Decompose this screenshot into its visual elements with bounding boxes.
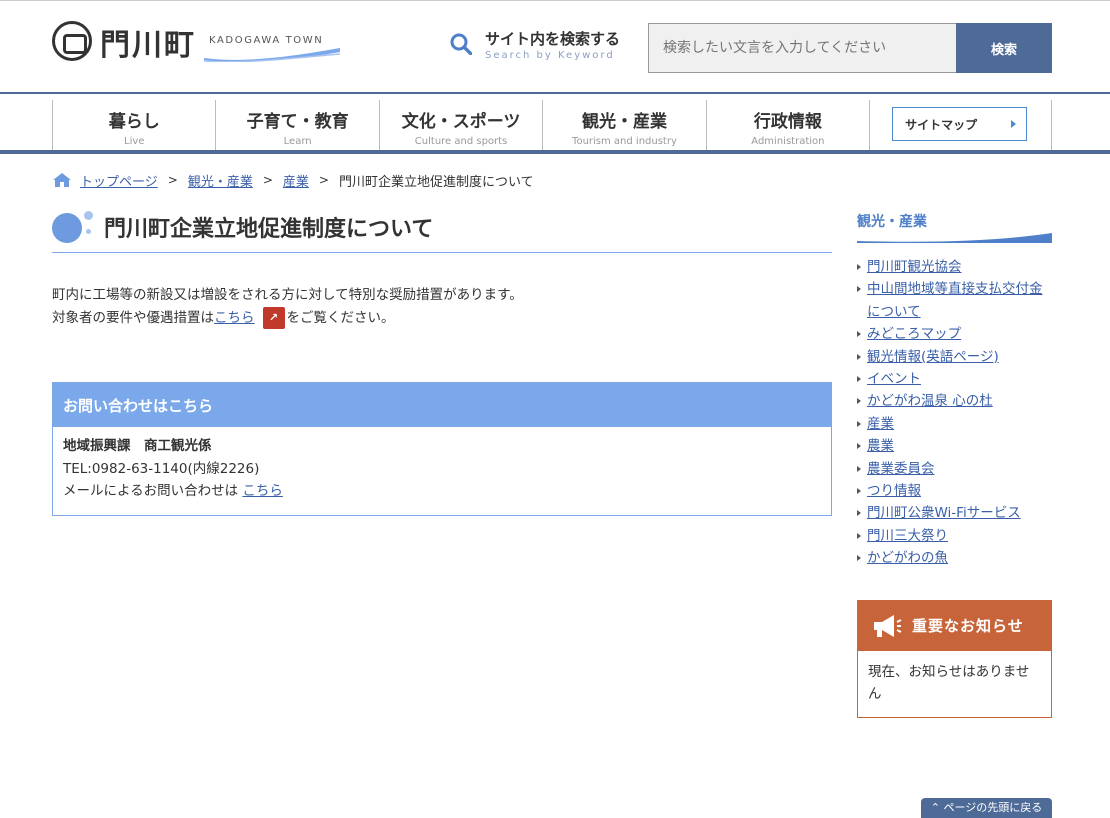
breadcrumb-industry[interactable]: 産業 xyxy=(283,171,309,190)
notice-heading-bar: 重要なお知らせ xyxy=(858,601,1051,651)
sidebar-link[interactable]: みどころマップ xyxy=(867,326,961,342)
nav-item-label: 子育て・教育 xyxy=(246,112,349,132)
title-bullet-icon xyxy=(52,213,82,243)
sidebar-link[interactable]: 観光情報(英語ページ) xyxy=(867,349,999,365)
sidebar-link[interactable]: 門川町観光協会 xyxy=(867,259,962,275)
sidebar-link[interactable]: つり情報 xyxy=(867,483,921,499)
sidebar-link[interactable]: イベント xyxy=(867,371,921,387)
sidebar-item: 産業 xyxy=(857,413,1052,435)
breadcrumb-top[interactable]: トップページ xyxy=(80,171,158,190)
contact-dept: 地域振興課 商工観光係 xyxy=(63,438,212,454)
sidebar-item: つり情報 xyxy=(857,480,1052,502)
home-icon xyxy=(53,173,71,187)
content-text: をご覧ください。 xyxy=(286,310,395,326)
logo-wave-icon xyxy=(204,48,340,62)
content-line: 対象者の要件や優遇措置はこちら ↗ をご覧ください。 xyxy=(52,307,832,330)
contact-tel: TEL:0982-63-1140(内線2226) xyxy=(63,460,260,477)
site-header: 門川町 KADOGAWA TOWN サイト内を検索する Search by Ke… xyxy=(0,0,1110,92)
page-top-label: ページの先頭に戻る xyxy=(943,801,1043,814)
nav-item-culture[interactable]: 文化・スポーツ Culture and sports xyxy=(378,100,542,150)
site-logo[interactable]: 門川町 KADOGAWA TOWN xyxy=(52,21,342,63)
sidebar-link[interactable]: 産業 xyxy=(867,416,894,432)
sidebar-wave-icon xyxy=(857,233,1052,243)
sidebar-item: かどがわの魚 xyxy=(857,547,1052,569)
sidebar-link[interactable]: 農業委員会 xyxy=(867,461,935,477)
nav-item-tourism[interactable]: 観光・産業 Tourism and industry xyxy=(542,100,705,150)
contact-body: 地域振興課 商工観光係 TEL:0982-63-1140(内線2226) メール… xyxy=(53,427,831,511)
town-emblem-icon xyxy=(52,21,92,61)
search-input[interactable] xyxy=(648,23,956,73)
nav-item-sublabel: Live xyxy=(124,136,145,147)
sidebar-link[interactable]: 門川町公衆Wi-Fiサービス xyxy=(867,505,1021,521)
sidebar-link[interactable]: 門川三大祭り xyxy=(867,528,948,544)
breadcrumb-current: 門川町企業立地促進制度について xyxy=(338,174,534,190)
logo-subtitle: KADOGAWA TOWN xyxy=(209,35,324,46)
sidebar-item: 中山間地域等直接支払交付金について xyxy=(857,278,1052,323)
contact-box: お問い合わせはこちら 地域振興課 商工観光係 TEL:0982-63-1140(… xyxy=(52,382,832,516)
contact-heading: お問い合わせはこちら xyxy=(53,383,831,427)
breadcrumb-separator: > xyxy=(262,173,273,187)
page-title: 門川町企業立地促進制度について xyxy=(104,217,434,242)
pdf-link[interactable]: こちら xyxy=(214,310,255,326)
nav-item-sublabel: Administration xyxy=(751,136,825,147)
sidebar-item: 門川町公衆Wi-Fiサービス xyxy=(857,502,1052,524)
contact-mail-link[interactable]: こちら xyxy=(242,483,283,499)
title-bullet-icon xyxy=(86,229,91,234)
search-label: サイト内を検索する Search by Keyword xyxy=(447,28,637,68)
nav-item-label: 観光・産業 xyxy=(581,112,667,132)
sidebar-item: 農業 xyxy=(857,435,1052,457)
important-notice-box: 重要なお知らせ 現在、お知らせはありません xyxy=(857,600,1052,718)
sitemap-label: サイトマップ xyxy=(905,117,978,132)
search-subtitle: Search by Keyword xyxy=(485,50,615,61)
sidebar-link[interactable]: 中山間地域等直接支払交付金について xyxy=(867,281,1043,319)
logo-name: 門川町 xyxy=(100,28,196,63)
sidebar-item: イベント xyxy=(857,368,1052,390)
content-line: 町内に工場等の新設又は増設をされる方に対して特別な奨励措置があります。 xyxy=(52,287,523,303)
sitemap-button[interactable]: サイトマップ xyxy=(892,107,1028,141)
megaphone-icon xyxy=(874,615,902,637)
global-nav: 暮らし Live 子育て・教育 Learn 文化・スポーツ Culture an… xyxy=(0,92,1110,154)
breadcrumb-separator: > xyxy=(167,173,178,187)
contact-mail-line: メールによるお問い合わせは こちら xyxy=(63,480,821,503)
search-button[interactable]: 検索 xyxy=(956,23,1052,73)
contact-mail-text: メールによるお問い合わせは xyxy=(63,483,243,499)
page-top-button[interactable]: ⌃ ページの先頭に戻る xyxy=(921,798,1052,818)
search-title: サイト内を検索する xyxy=(485,30,621,48)
chevron-right-icon xyxy=(1011,120,1017,128)
notice-heading: 重要なお知らせ xyxy=(912,617,1024,635)
breadcrumb-separator: > xyxy=(318,173,329,187)
nav-item-label: 行政情報 xyxy=(753,112,822,132)
breadcrumb: トップページ > 観光・産業 > 産業 > 門川町企業立地促進制度について xyxy=(52,170,534,190)
page-title-block: 門川町企業立地促進制度について xyxy=(52,207,832,253)
sidebar-item: かどがわ温泉 心の杜 xyxy=(857,390,1052,412)
nav-item-sublabel: Culture and sports xyxy=(414,136,508,147)
nav-item-live[interactable]: 暮らし Live xyxy=(52,100,215,150)
sidebar-item: 観光情報(英語ページ) xyxy=(857,346,1052,368)
nav-item-sublabel: Tourism and industry xyxy=(572,136,677,147)
pdf-icon: ↗ xyxy=(262,307,285,329)
main-content: 町内に工場等の新設又は増設をされる方に対して特別な奨励措置があります。 対象者の… xyxy=(52,284,832,330)
chevron-up-icon: ⌃ xyxy=(930,801,944,814)
nav-item-administration[interactable]: 行政情報 Administration xyxy=(705,100,869,150)
nav-item-learn[interactable]: 子育て・教育 Learn xyxy=(215,100,378,150)
sidebar-link[interactable]: かどがわ温泉 心の杜 xyxy=(867,393,993,409)
sidebar-item: みどころマップ xyxy=(857,323,1052,345)
sidebar-links: 門川町観光協会 中山間地域等直接支払交付金について みどころマップ 観光情報(英… xyxy=(857,256,1052,570)
sidebar-link[interactable]: かどがわの魚 xyxy=(867,550,948,566)
nav-item-label: 文化・スポーツ xyxy=(401,112,521,132)
breadcrumb-tourism[interactable]: 観光・産業 xyxy=(188,171,253,190)
title-bullet-icon xyxy=(84,211,93,220)
sidebar-link[interactable]: 農業 xyxy=(867,438,894,454)
nav-sitemap-cell: サイトマップ xyxy=(869,100,1053,150)
search-icon xyxy=(450,33,472,55)
sidebar-item: 門川三大祭り xyxy=(857,525,1052,547)
nav-item-label: 暮らし xyxy=(108,112,160,132)
notice-body: 現在、お知らせはありません xyxy=(868,664,1030,702)
sidebar-item: 農業委員会 xyxy=(857,458,1052,480)
content-text: 対象者の要件や優遇措置は xyxy=(52,310,214,326)
sidebar-item: 門川町観光協会 xyxy=(857,256,1052,278)
sidebar-title: 観光・産業 xyxy=(857,214,927,230)
sidebar-title-block: 観光・産業 xyxy=(857,211,1052,243)
nav-item-sublabel: Learn xyxy=(283,136,312,147)
